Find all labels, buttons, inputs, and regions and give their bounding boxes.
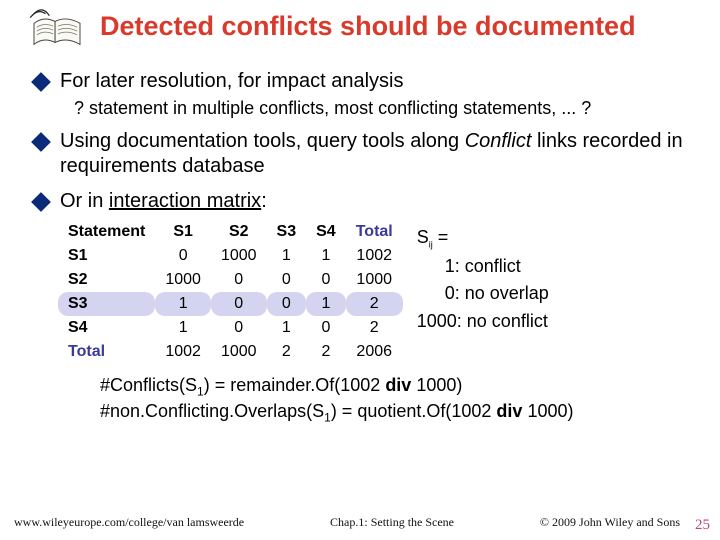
table-cell: 0 [306, 316, 346, 340]
table-cell: 0 [155, 244, 211, 268]
f1-a: #Conflicts(S [100, 375, 197, 395]
table-cell: 0 [267, 292, 307, 316]
table-cell-total: 1000 [346, 268, 403, 292]
table-cell: 1000 [211, 340, 267, 364]
slide-title: Detected conflicts should be documented [100, 8, 636, 42]
bullet-2-italic: Conflict [465, 130, 532, 152]
f2-e: 1000) [522, 401, 573, 421]
table-cell: 0 [267, 268, 307, 292]
table-cell: 1000 [211, 244, 267, 268]
interaction-matrix: Statement S1 S2 S3 S4 Total S1 0 1000 1 … [58, 220, 403, 364]
bullet-1-sub: ? statement in multiple conflicts, most … [74, 98, 692, 119]
table-cell: 0 [211, 292, 267, 316]
table-cell: 1 [306, 244, 346, 268]
footer-left: www.wileyeurope.com/college/van lamsweer… [14, 515, 244, 530]
book-icon [28, 8, 86, 59]
table-row: S1 0 1000 1 1 1002 [58, 244, 403, 268]
footer-right: © 2009 John Wiley and Sons [540, 515, 680, 530]
table-cell: 0 [211, 268, 267, 292]
formula-1: #Conflicts(S1) = remainder.Of(1002 div 1… [100, 374, 692, 400]
table-cell-total: 2 [346, 316, 403, 340]
page-number: 25 [695, 517, 710, 534]
f1-div: div [385, 375, 411, 395]
table-row-highlighted: S3 1 0 0 1 2 [58, 292, 403, 316]
col-header: S3 [267, 220, 307, 244]
legend-line-1: 1: conflict [417, 253, 549, 281]
legend: Sij = 1: conflict 0: no overlap 1000: no… [417, 220, 549, 364]
legend-line-3: 1000: no conflict [417, 308, 549, 336]
bullet-icon [31, 192, 51, 212]
table-cell-total: 2 [346, 292, 403, 316]
f1-sub: 1 [197, 385, 204, 399]
legend-title: Sij = [417, 224, 549, 253]
f2-div: div [496, 401, 522, 421]
legend-eq: = [433, 227, 449, 247]
table-cell: 2 [267, 340, 307, 364]
table-cell: 1 [267, 316, 307, 340]
col-header: S1 [155, 220, 211, 244]
table-cell-total: 2006 [346, 340, 403, 364]
bullet-2: Using documentation tools, query tools a… [60, 129, 692, 179]
table-row: S4 1 0 1 0 2 [58, 316, 403, 340]
formula-block: #Conflicts(S1) = remainder.Of(1002 div 1… [100, 374, 692, 426]
bullet-icon [31, 132, 51, 152]
table-cell: 1000 [155, 268, 211, 292]
table-cell: 0 [211, 316, 267, 340]
footer-mid: Chap.1: Setting the Scene [244, 515, 540, 530]
table-cell: 1002 [155, 340, 211, 364]
f2-c: ) = quotient.Of(1002 [331, 401, 497, 421]
bullet-2-pre: Using documentation tools, query tools a… [60, 130, 465, 152]
row-header-total: Total [58, 340, 155, 364]
legend-line-2: 0: no overlap [417, 280, 549, 308]
bullet-3-post: : [261, 190, 267, 212]
table-cell: 1 [306, 292, 346, 316]
legend-sym: S [417, 227, 429, 247]
col-header: S4 [306, 220, 346, 244]
bullet-3-pre: Or in [60, 190, 109, 212]
matrix-corner: Statement [58, 220, 155, 244]
table-cell: 1 [155, 316, 211, 340]
f2-sub: 1 [324, 411, 331, 425]
footer: www.wileyeurope.com/college/van lamsweer… [0, 515, 720, 530]
table-cell: 2 [306, 340, 346, 364]
row-header: S2 [58, 268, 155, 292]
f1-c: ) = remainder.Of(1002 [204, 375, 386, 395]
formula-2: #non.Conflicting.Overlaps(S1) = quotient… [100, 400, 692, 426]
row-header: S3 [58, 292, 155, 316]
col-header-total: Total [346, 220, 403, 244]
bullet-3: Or in interaction matrix: [60, 189, 267, 214]
table-cell-total: 1002 [346, 244, 403, 268]
bullet-1: For later resolution, for impact analysi… [60, 69, 403, 94]
col-header: S2 [211, 220, 267, 244]
table-row-total: Total 1002 1000 2 2 2006 [58, 340, 403, 364]
bullet-3-underlined: interaction matrix [109, 190, 261, 212]
f2-a: #non.Conflicting.Overlaps(S [100, 401, 324, 421]
table-cell: 1 [155, 292, 211, 316]
table-row: S2 1000 0 0 0 1000 [58, 268, 403, 292]
table-cell: 1 [267, 244, 307, 268]
table-cell: 0 [306, 268, 346, 292]
row-header: S1 [58, 244, 155, 268]
row-header: S4 [58, 316, 155, 340]
bullet-icon [31, 72, 51, 92]
f1-e: 1000) [411, 375, 462, 395]
